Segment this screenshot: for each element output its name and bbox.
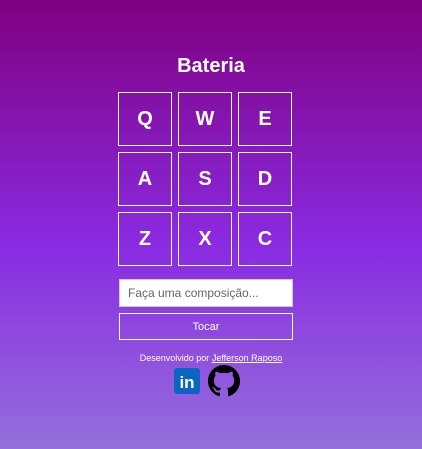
drum-key-w[interactable]: W: [178, 92, 232, 146]
play-button[interactable]: Tocar: [119, 313, 293, 340]
footer-credit: Desenvolvido por Jefferson Raposo: [0, 352, 422, 364]
drum-key-z[interactable]: Z: [118, 212, 172, 266]
drum-key-q[interactable]: Q: [118, 92, 172, 146]
drum-key-s[interactable]: S: [178, 152, 232, 206]
drum-key-e[interactable]: E: [238, 92, 292, 146]
composition-input[interactable]: [119, 279, 293, 307]
author-link[interactable]: Jefferson Raposo: [212, 353, 282, 363]
drum-key-x[interactable]: X: [178, 212, 232, 266]
drum-keypad: Q W E A S D Z X C: [118, 92, 294, 266]
page-title: Bateria: [177, 55, 245, 77]
linkedin-icon-label: in: [179, 373, 194, 392]
social-links: in: [174, 365, 240, 402]
drum-key-d[interactable]: D: [238, 152, 292, 206]
drum-key-c[interactable]: C: [238, 212, 292, 266]
drum-key-a[interactable]: A: [118, 152, 172, 206]
github-icon[interactable]: [208, 365, 240, 402]
linkedin-icon[interactable]: in: [174, 368, 200, 399]
credit-prefix: Desenvolvido por: [139, 353, 210, 363]
